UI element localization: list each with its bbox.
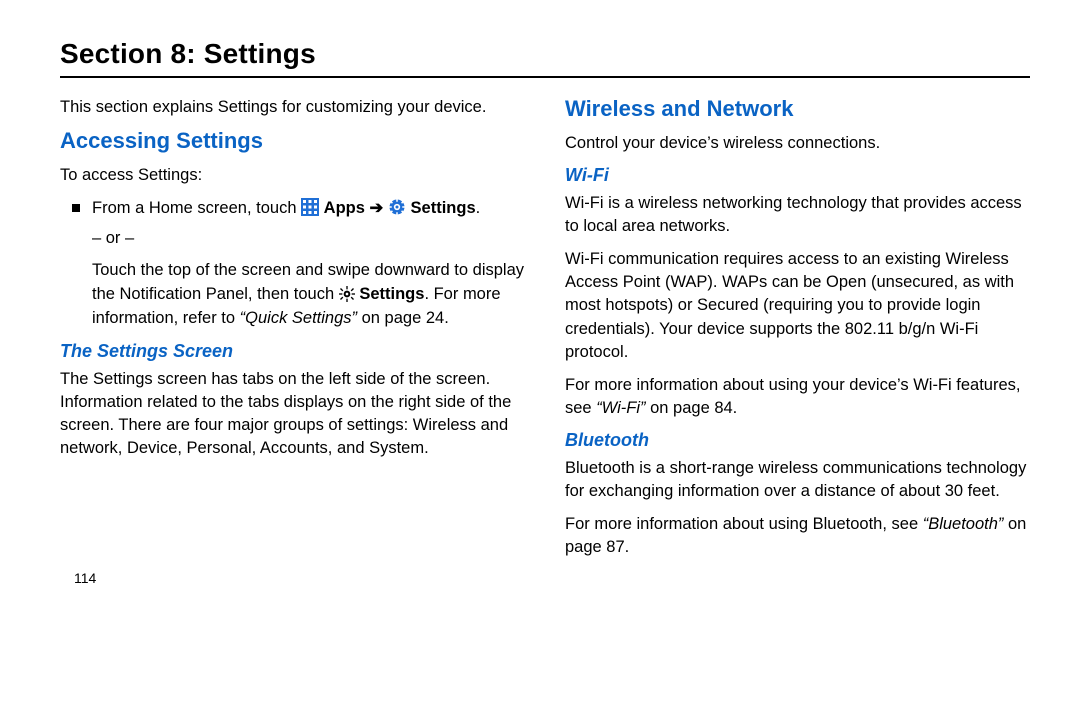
wifi-para-3: For more information about using your de… (565, 374, 1030, 420)
settings-label: Settings (411, 199, 476, 217)
bullet-item: From a Home screen, touch Apps ➔ (72, 197, 525, 221)
bt-p2a: For more information about using Bluetoo… (565, 515, 923, 533)
or-line: – or – (92, 227, 525, 251)
square-bullet-icon (72, 204, 80, 212)
heading-wifi: Wi-Fi (565, 165, 1030, 186)
wifi-para-1: Wi-Fi is a wireless networking technolog… (565, 192, 1030, 238)
intro-text: This section explains Settings for custo… (60, 96, 525, 118)
notification-panel-text: Touch the top of the screen and swipe do… (92, 259, 525, 331)
apps-grid-icon (301, 198, 319, 216)
bt-para-1: Bluetooth is a short-range wireless comm… (565, 457, 1030, 503)
heading-wireless-network: Wireless and Network (565, 96, 1030, 122)
bullet-post: . (476, 199, 481, 217)
heading-accessing-settings: Accessing Settings (60, 128, 525, 154)
section-title: Section 8: Settings (60, 38, 1030, 70)
bt-ref: “Bluetooth” (923, 515, 1004, 533)
wifi-p3b: on page 84. (646, 399, 738, 417)
panel-text-3: on page 24. (357, 309, 449, 327)
wifi-ref: “Wi-Fi” (596, 399, 645, 417)
bullet-pre: From a Home screen, touch (92, 199, 301, 217)
left-column: This section explains Settings for custo… (60, 96, 525, 586)
two-column-layout: This section explains Settings for custo… (60, 96, 1030, 586)
wifi-para-2: Wi-Fi communication requires access to a… (565, 248, 1030, 363)
apps-label: Apps (324, 199, 365, 217)
settings-gear-black-icon (339, 286, 355, 302)
manual-page: Section 8: Settings This section explain… (0, 0, 1080, 606)
arrow-icon: ➔ (370, 199, 388, 217)
divider (60, 76, 1030, 78)
quick-settings-ref: “Quick Settings” (240, 309, 357, 327)
to-access-line: To access Settings: (60, 164, 525, 187)
settings-gear-blue-icon (388, 198, 406, 216)
wireless-intro: Control your device’s wireless connectio… (565, 132, 1030, 155)
page-number: 114 (74, 570, 525, 586)
bullet-text: From a Home screen, touch Apps ➔ (92, 197, 480, 221)
right-column: Wireless and Network Control your device… (565, 96, 1030, 586)
panel-settings-label: Settings (359, 285, 424, 303)
settings-screen-body: The Settings screen has tabs on the left… (60, 368, 525, 460)
heading-bluetooth: Bluetooth (565, 430, 1030, 451)
bt-para-2: For more information about using Bluetoo… (565, 513, 1030, 559)
heading-settings-screen: The Settings Screen (60, 341, 525, 362)
